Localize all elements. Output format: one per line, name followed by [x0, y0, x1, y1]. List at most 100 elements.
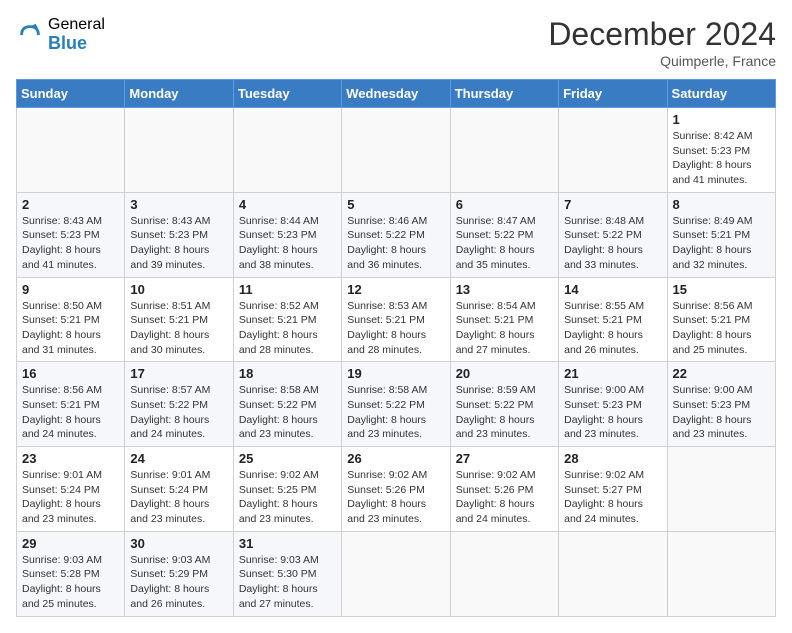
day-number: 25: [239, 451, 336, 466]
sunset-text: Sunset: 5:28 PM: [22, 568, 100, 580]
sunset-text: Sunset: 5:21 PM: [22, 314, 100, 326]
sunrise-text: Sunrise: 8:51 AM: [130, 300, 210, 312]
sunset-text: Sunset: 5:24 PM: [22, 484, 100, 496]
daylight-text: Daylight: 8 hours and 26 minutes.: [564, 329, 643, 356]
day-number: 7: [564, 197, 661, 212]
month-title: December 2024: [548, 16, 776, 53]
table-row: 7 Sunrise: 8:48 AM Sunset: 5:22 PM Dayli…: [559, 192, 667, 277]
sunset-text: Sunset: 5:21 PM: [456, 314, 534, 326]
sunrise-text: Sunrise: 8:56 AM: [22, 384, 102, 396]
sunrise-text: Sunrise: 9:01 AM: [22, 469, 102, 481]
sunset-text: Sunset: 5:23 PM: [22, 229, 100, 241]
daylight-text: Daylight: 8 hours and 35 minutes.: [456, 244, 535, 271]
table-row: 18 Sunrise: 8:58 AM Sunset: 5:22 PM Dayl…: [233, 362, 341, 447]
calendar-week-row: 9 Sunrise: 8:50 AM Sunset: 5:21 PM Dayli…: [17, 277, 776, 362]
sunrise-text: Sunrise: 9:02 AM: [347, 469, 427, 481]
calendar-week-row: 2 Sunrise: 8:43 AM Sunset: 5:23 PM Dayli…: [17, 192, 776, 277]
daylight-text: Daylight: 8 hours and 31 minutes.: [22, 329, 101, 356]
daylight-text: Daylight: 8 hours and 25 minutes.: [673, 329, 752, 356]
day-info: Sunrise: 8:55 AM Sunset: 5:21 PM Dayligh…: [564, 299, 661, 358]
table-row: 26 Sunrise: 9:02 AM Sunset: 5:26 PM Dayl…: [342, 447, 450, 532]
sunset-text: Sunset: 5:22 PM: [239, 399, 317, 411]
daylight-text: Daylight: 8 hours and 27 minutes.: [239, 583, 318, 610]
day-info: Sunrise: 8:43 AM Sunset: 5:23 PM Dayligh…: [130, 214, 227, 273]
day-number: 8: [673, 197, 770, 212]
day-number: 9: [22, 282, 119, 297]
sunrise-text: Sunrise: 8:43 AM: [22, 215, 102, 227]
table-row: 14 Sunrise: 8:55 AM Sunset: 5:21 PM Dayl…: [559, 277, 667, 362]
sunrise-text: Sunrise: 8:53 AM: [347, 300, 427, 312]
sunset-text: Sunset: 5:22 PM: [347, 399, 425, 411]
sunrise-text: Sunrise: 9:03 AM: [130, 554, 210, 566]
table-row: [450, 108, 558, 193]
daylight-text: Daylight: 8 hours and 24 minutes.: [130, 414, 209, 441]
table-row: 3 Sunrise: 8:43 AM Sunset: 5:23 PM Dayli…: [125, 192, 233, 277]
table-row: 31 Sunrise: 9:03 AM Sunset: 5:30 PM Dayl…: [233, 531, 341, 616]
sunset-text: Sunset: 5:26 PM: [347, 484, 425, 496]
table-row: [342, 108, 450, 193]
daylight-text: Daylight: 8 hours and 23 minutes.: [673, 414, 752, 441]
table-row: [17, 108, 125, 193]
sunrise-text: Sunrise: 8:58 AM: [347, 384, 427, 396]
table-row: 17 Sunrise: 8:57 AM Sunset: 5:22 PM Dayl…: [125, 362, 233, 447]
day-number: 14: [564, 282, 661, 297]
day-info: Sunrise: 8:54 AM Sunset: 5:21 PM Dayligh…: [456, 299, 553, 358]
daylight-text: Daylight: 8 hours and 23 minutes.: [130, 498, 209, 525]
sunset-text: Sunset: 5:23 PM: [564, 399, 642, 411]
day-info: Sunrise: 9:00 AM Sunset: 5:23 PM Dayligh…: [564, 383, 661, 442]
day-number: 27: [456, 451, 553, 466]
sunrise-text: Sunrise: 9:03 AM: [22, 554, 102, 566]
day-info: Sunrise: 8:50 AM Sunset: 5:21 PM Dayligh…: [22, 299, 119, 358]
sunset-text: Sunset: 5:29 PM: [130, 568, 208, 580]
day-info: Sunrise: 8:59 AM Sunset: 5:22 PM Dayligh…: [456, 383, 553, 442]
col-thursday: Thursday: [450, 80, 558, 108]
table-row: 1 Sunrise: 8:42 AM Sunset: 5:23 PM Dayli…: [667, 108, 775, 193]
day-number: 10: [130, 282, 227, 297]
logo-general: General: [48, 16, 105, 34]
sunrise-text: Sunrise: 8:50 AM: [22, 300, 102, 312]
daylight-text: Daylight: 8 hours and 24 minutes.: [22, 414, 101, 441]
day-number: 31: [239, 536, 336, 551]
sunrise-text: Sunrise: 9:02 AM: [564, 469, 644, 481]
day-number: 19: [347, 366, 444, 381]
day-number: 17: [130, 366, 227, 381]
day-info: Sunrise: 8:43 AM Sunset: 5:23 PM Dayligh…: [22, 214, 119, 273]
daylight-text: Daylight: 8 hours and 28 minutes.: [239, 329, 318, 356]
table-row: 8 Sunrise: 8:49 AM Sunset: 5:21 PM Dayli…: [667, 192, 775, 277]
daylight-text: Daylight: 8 hours and 23 minutes.: [456, 414, 535, 441]
daylight-text: Daylight: 8 hours and 26 minutes.: [130, 583, 209, 610]
sunrise-text: Sunrise: 8:48 AM: [564, 215, 644, 227]
sunrise-text: Sunrise: 8:55 AM: [564, 300, 644, 312]
day-info: Sunrise: 8:48 AM Sunset: 5:22 PM Dayligh…: [564, 214, 661, 273]
table-row: 29 Sunrise: 9:03 AM Sunset: 5:28 PM Dayl…: [17, 531, 125, 616]
day-number: 23: [22, 451, 119, 466]
page-header: General Blue December 2024 Quimperle, Fr…: [16, 16, 776, 69]
table-row: 5 Sunrise: 8:46 AM Sunset: 5:22 PM Dayli…: [342, 192, 450, 277]
logo-blue: Blue: [48, 34, 105, 54]
logo-text: General Blue: [48, 16, 105, 53]
sunset-text: Sunset: 5:21 PM: [347, 314, 425, 326]
daylight-text: Daylight: 8 hours and 23 minutes.: [239, 414, 318, 441]
day-info: Sunrise: 9:02 AM Sunset: 5:25 PM Dayligh…: [239, 468, 336, 527]
day-number: 5: [347, 197, 444, 212]
day-info: Sunrise: 8:58 AM Sunset: 5:22 PM Dayligh…: [239, 383, 336, 442]
day-number: 16: [22, 366, 119, 381]
calendar-week-row: 16 Sunrise: 8:56 AM Sunset: 5:21 PM Dayl…: [17, 362, 776, 447]
day-number: 4: [239, 197, 336, 212]
table-row: 16 Sunrise: 8:56 AM Sunset: 5:21 PM Dayl…: [17, 362, 125, 447]
table-row: 6 Sunrise: 8:47 AM Sunset: 5:22 PM Dayli…: [450, 192, 558, 277]
table-row: 12 Sunrise: 8:53 AM Sunset: 5:21 PM Dayl…: [342, 277, 450, 362]
daylight-text: Daylight: 8 hours and 32 minutes.: [673, 244, 752, 271]
sunset-text: Sunset: 5:22 PM: [347, 229, 425, 241]
sunrise-text: Sunrise: 8:43 AM: [130, 215, 210, 227]
sunrise-text: Sunrise: 9:02 AM: [456, 469, 536, 481]
day-number: 24: [130, 451, 227, 466]
sunrise-text: Sunrise: 9:02 AM: [239, 469, 319, 481]
daylight-text: Daylight: 8 hours and 41 minutes.: [673, 159, 752, 186]
day-info: Sunrise: 8:42 AM Sunset: 5:23 PM Dayligh…: [673, 129, 770, 188]
col-monday: Monday: [125, 80, 233, 108]
day-number: 15: [673, 282, 770, 297]
day-number: 11: [239, 282, 336, 297]
daylight-text: Daylight: 8 hours and 24 minutes.: [456, 498, 535, 525]
daylight-text: Daylight: 8 hours and 28 minutes.: [347, 329, 426, 356]
